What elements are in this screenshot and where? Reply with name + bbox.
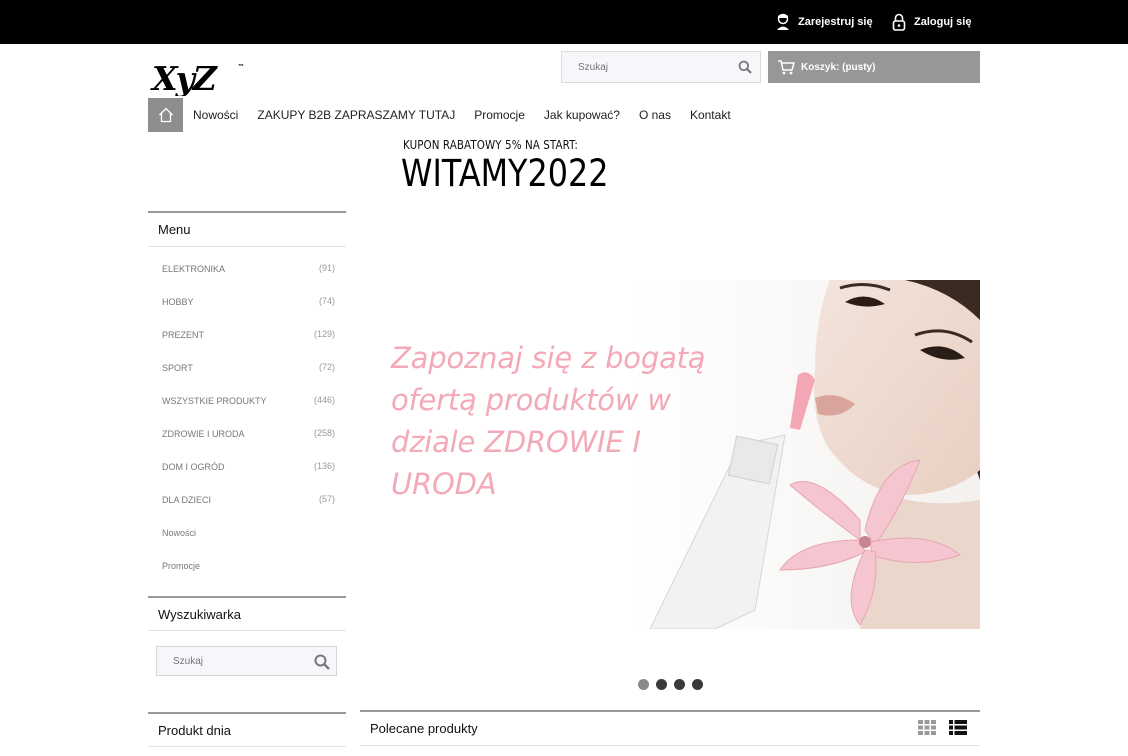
menu-item[interactable]: ZDROWIE I URODA (258) (148, 417, 346, 450)
menu-item-label: ZDROWIE I URODA (162, 428, 245, 439)
nav-item-kontakt[interactable]: Kontakt (690, 108, 731, 122)
coupon-code: WITAMY2022 (401, 152, 609, 195)
site-logo[interactable]: XyZ ™ (150, 59, 250, 98)
menu-item-count: (258) (313, 428, 335, 438)
menu-item[interactable]: SPORT (72) (148, 351, 346, 384)
nav-item-o-nas[interactable]: O nas (639, 108, 671, 122)
header-search-input[interactable] (562, 52, 732, 82)
menu-item[interactable]: HOBBY (74) (148, 285, 346, 318)
search-icon[interactable] (738, 60, 752, 74)
menu-item-label: HOBBY (162, 296, 194, 307)
featured-title: Polecane produkty (370, 721, 478, 736)
nav-item-b2b[interactable]: ZAKUPY B2B ZAPRASZAMY TUTAJ (257, 108, 455, 122)
menu-item[interactable]: DLA DZIECI (57) (148, 483, 346, 516)
menu-item-label: SPORT (162, 362, 193, 373)
product-of-day-title: Produkt dnia (148, 712, 346, 747)
home-icon (158, 107, 173, 123)
slider-dots (638, 679, 703, 690)
menu-item-count: (446) (313, 395, 335, 405)
login-link[interactable]: Zaloguj się (892, 12, 971, 32)
register-link[interactable]: Zarejestruj się (776, 12, 873, 32)
lock-icon (892, 13, 906, 31)
menu-item-count: (91) (318, 263, 335, 273)
banner-text: Zapoznaj się z bogatą ofertą produktów w… (391, 341, 706, 501)
svg-text:™: ™ (238, 63, 244, 70)
home-button[interactable] (148, 98, 183, 132)
menu-item-count: (136) (313, 461, 335, 471)
user-icon (777, 13, 789, 30)
menu-item-label: PREZENT (162, 329, 205, 340)
menu-item-label: WSZYSTKIE PRODUKTY (162, 395, 267, 406)
menu-item-count: (129) (313, 329, 335, 339)
menu-item-label: ELEKTRONIKA (162, 263, 226, 274)
menu-item[interactable]: WSZYSTKIE PRODUKTY (446) (148, 384, 346, 417)
slider-dot[interactable] (692, 679, 703, 690)
slider-dot[interactable] (656, 679, 667, 690)
menu-item-count: (72) (318, 362, 335, 372)
menu-item-label: Nowości (162, 527, 197, 538)
nav-item-nowosci[interactable]: Nowości (193, 108, 238, 122)
cart-button[interactable]: Koszyk: (pusty) (768, 51, 980, 83)
hero-banner[interactable]: Zapoznaj się z bogatą ofertą produktów w… (360, 280, 980, 629)
header-search (561, 51, 761, 83)
login-label: Zaloguj się (914, 16, 972, 28)
grid-view-icon[interactable] (918, 720, 936, 735)
sidebar-search (156, 646, 337, 676)
coupon-label: KUPON RABATOWY 5% NA START: (403, 138, 578, 152)
cart-label: Koszyk: (pusty) (801, 61, 876, 73)
menu-item-label: Promocje (162, 560, 201, 571)
logo-text: XyZ (150, 60, 219, 96)
menu-item-label: DLA DZIECI (162, 494, 212, 505)
main-nav: Nowości ZAKUPY B2B ZAPRASZAMY TUTAJ Prom… (193, 108, 750, 122)
slider-dot[interactable] (638, 679, 649, 690)
category-menu: ELEKTRONIKA (91) HOBBY (74) PREZENT (129) S… (148, 252, 346, 582)
menu-item[interactable]: Nowości (148, 516, 346, 549)
menu-item[interactable]: ELEKTRONIKA (91) (148, 252, 346, 285)
search-icon[interactable] (314, 654, 330, 670)
nav-item-jak-kupowac[interactable]: Jak kupować? (544, 108, 620, 122)
menu-item-label: DOM I OGRÓD (162, 461, 225, 472)
menu-item[interactable]: Promocje (148, 549, 346, 582)
menu-item-count: (57) (318, 494, 335, 504)
menu-item-count: (74) (318, 296, 335, 306)
menu-item[interactable]: PREZENT (129) (148, 318, 346, 351)
cart-icon (778, 60, 795, 75)
sidebar-search-input[interactable] (157, 647, 307, 675)
menu-item[interactable]: DOM I OGRÓD (136) (148, 450, 346, 483)
nav-item-promocje[interactable]: Promocje (474, 108, 525, 122)
featured-products-header: Polecane produkty (360, 710, 980, 746)
menu-block-title: Menu (148, 211, 346, 247)
search-block-title: Wyszukiwarka (148, 596, 346, 631)
register-label: Zarejestruj się (798, 16, 873, 28)
slider-dot[interactable] (674, 679, 685, 690)
list-view-icon[interactable] (949, 720, 967, 735)
